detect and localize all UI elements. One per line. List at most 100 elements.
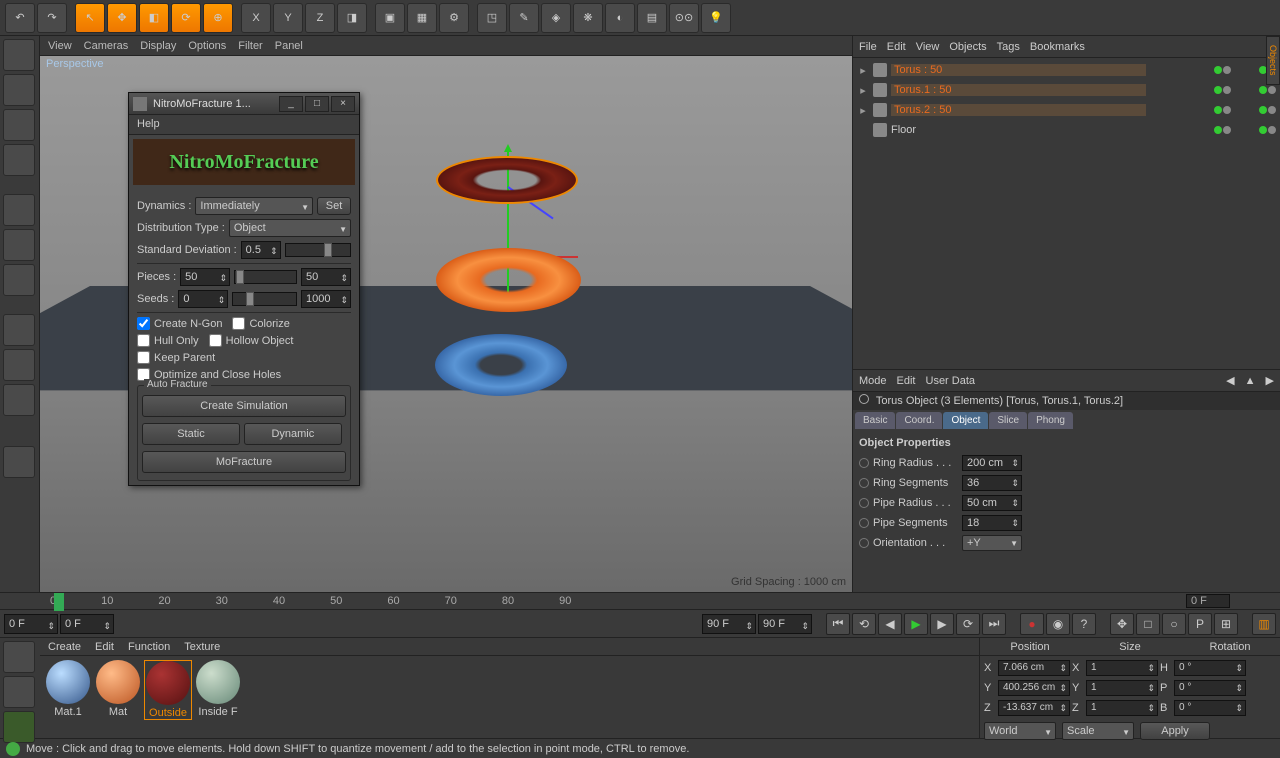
material-item[interactable]: Mat (94, 660, 142, 720)
object-row[interactable]: Floor (853, 120, 1280, 140)
close-button[interactable]: × (331, 96, 355, 112)
material-item[interactable]: Mat.1 (44, 660, 92, 720)
material-item[interactable]: Inside F (194, 660, 242, 720)
menu-texture[interactable]: Texture (184, 641, 220, 653)
object-row[interactable]: ▸Torus.1 : 50 (853, 80, 1280, 100)
tweak-icon[interactable] (3, 349, 35, 381)
step-fwd-icon[interactable]: ▶ (930, 613, 954, 635)
render-settings-icon[interactable]: ⚙ (439, 3, 469, 33)
frame-end-display[interactable]: 90 F (758, 614, 812, 634)
menu-edit3[interactable]: Edit (95, 641, 114, 653)
magnet-icon[interactable] (3, 446, 35, 478)
attr-value-field[interactable]: +Y▼ (962, 535, 1022, 551)
deformer-icon[interactable]: ◐ (605, 3, 635, 33)
menu-function[interactable]: Function (128, 641, 170, 653)
render-region-icon[interactable]: ▦ (407, 3, 437, 33)
stddev-field[interactable]: 0.5 (241, 241, 281, 259)
set-button[interactable]: Set (317, 197, 351, 215)
menu-panel[interactable]: Panel (275, 40, 303, 52)
next-key-icon[interactable]: ⟳ (956, 613, 980, 635)
colorize-checkbox[interactable] (232, 317, 245, 330)
autokey-icon[interactable]: ◉ (1046, 613, 1070, 635)
minimize-button[interactable]: _ (279, 96, 303, 112)
move-tool-icon[interactable]: ✥ (107, 3, 137, 33)
menu-cameras[interactable]: Cameras (84, 40, 129, 52)
environment-icon[interactable]: ▤ (637, 3, 667, 33)
key-scale-icon[interactable]: □ (1136, 613, 1160, 635)
undo-icon[interactable]: ↶ (5, 3, 35, 33)
tab-slice[interactable]: Slice (989, 412, 1027, 429)
dynamics-dropdown[interactable]: Immediately (195, 197, 313, 215)
torus-orange-object[interactable] (436, 248, 581, 312)
tab-coord[interactable]: Coord. (896, 412, 942, 429)
primitive-cube-icon[interactable]: ◳ (477, 3, 507, 33)
step-back-icon[interactable]: ◀ (878, 613, 902, 635)
coord-system-icon[interactable]: ◨ (337, 3, 367, 33)
goto-end-icon[interactable]: ⏭ (982, 613, 1006, 635)
right-tab-objects[interactable]: Objects (1266, 36, 1280, 85)
keyframe-sel-icon[interactable]: ? (1072, 613, 1096, 635)
attr-value-field[interactable]: 200 cm (962, 455, 1022, 471)
static-button[interactable]: Static (142, 423, 240, 445)
pos-y-field[interactable]: 400.256 cm (998, 680, 1070, 696)
play-icon[interactable]: ▶ (904, 613, 928, 635)
menu-mode[interactable]: Mode (859, 375, 887, 387)
menu-objects[interactable]: Objects (949, 41, 986, 53)
tab-basic[interactable]: Basic (855, 412, 895, 429)
nav-up-icon[interactable]: ▲ (1245, 375, 1256, 387)
axis-mode-icon[interactable] (3, 314, 35, 346)
make-editable-icon[interactable] (3, 39, 35, 71)
redo-icon[interactable]: ↷ (37, 3, 67, 33)
light-icon[interactable]: 💡 (701, 3, 731, 33)
apply-button[interactable]: Apply (1140, 722, 1210, 740)
timeline-marker[interactable] (54, 593, 64, 611)
extra-tool-3[interactable] (3, 711, 35, 743)
menu-userdata[interactable]: User Data (926, 375, 976, 387)
scale-tool-icon[interactable]: ◧ (139, 3, 169, 33)
spline-pen-icon[interactable]: ✎ (509, 3, 539, 33)
frame-start-display[interactable]: 0 F (4, 614, 58, 634)
polygon-mode-icon[interactable] (3, 264, 35, 296)
attr-value-field[interactable]: 50 cm (962, 495, 1022, 511)
seeds-field-a[interactable]: 0 (178, 290, 228, 308)
recent-tool-icon[interactable]: ⊕ (203, 3, 233, 33)
stddev-slider[interactable] (285, 243, 351, 257)
rot-b-field[interactable]: 0 ° (1174, 700, 1246, 716)
coord-scale-dropdown[interactable]: Scale (1062, 722, 1134, 740)
distribution-dropdown[interactable]: Object (229, 219, 351, 237)
tab-object[interactable]: Object (943, 412, 988, 429)
workplane-icon[interactable] (3, 144, 35, 176)
material-item[interactable]: Outside (144, 660, 192, 720)
create-ngon-checkbox[interactable] (137, 317, 150, 330)
tab-phong[interactable]: Phong (1028, 412, 1073, 429)
size-z-field[interactable]: 1 (1086, 700, 1158, 716)
menu-bookmarks[interactable]: Bookmarks (1030, 41, 1085, 53)
attr-value-field[interactable]: 36 (962, 475, 1022, 491)
render-view-icon[interactable]: ▣ (375, 3, 405, 33)
menu-edit[interactable]: Edit (887, 41, 906, 53)
camera-icon[interactable]: ⊙⊙ (669, 3, 699, 33)
prev-key-icon[interactable]: ⟲ (852, 613, 876, 635)
keep-parent-checkbox[interactable] (137, 351, 150, 364)
menu-view[interactable]: View (48, 40, 72, 52)
menu-view[interactable]: View (916, 41, 940, 53)
pieces-slider[interactable] (234, 270, 297, 284)
hull-only-checkbox[interactable] (137, 334, 150, 347)
edge-mode-icon[interactable] (3, 229, 35, 261)
select-tool-icon[interactable]: ↖ (75, 3, 105, 33)
rot-h-field[interactable]: 0 ° (1174, 660, 1246, 676)
key-rot-icon[interactable]: ○ (1162, 613, 1186, 635)
rot-p-field[interactable]: 0 ° (1174, 680, 1246, 696)
pieces-field-b[interactable]: 50 (301, 268, 351, 286)
window-titlebar[interactable]: NitroMoFracture 1... _ □ × (129, 93, 359, 115)
size-x-field[interactable]: 1 (1086, 660, 1158, 676)
menu-display[interactable]: Display (140, 40, 176, 52)
pieces-field-a[interactable]: 50 (180, 268, 230, 286)
snap-icon[interactable] (3, 384, 35, 416)
coord-space-dropdown[interactable]: World (984, 722, 1056, 740)
axis-y-icon[interactable]: Y (273, 3, 303, 33)
key-param-icon[interactable]: P (1188, 613, 1212, 635)
frame-current-end[interactable]: 0 F (1186, 594, 1230, 608)
menu-filter[interactable]: Filter (238, 40, 262, 52)
layout-icon[interactable]: ▥ (1252, 613, 1276, 635)
